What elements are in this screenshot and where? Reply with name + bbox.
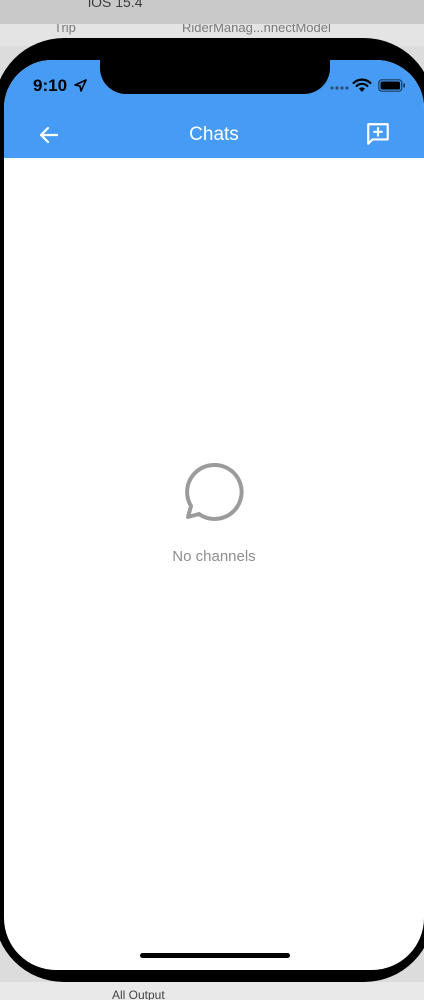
battery-icon [378, 79, 405, 92]
chat-bubble-outline-icon [185, 462, 244, 521]
status-time: 9:10 [33, 76, 68, 95]
xcode-tab-rider-manager[interactable]: RiderManag...nnectModel [182, 24, 331, 35]
console-output-label[interactable]: All Output [112, 988, 165, 1000]
simulator-title-bar: iOS 15.4 [0, 0, 424, 24]
app-bar: 9:10 Chats [4, 60, 424, 158]
device-notch [100, 60, 330, 94]
location-arrow-icon [74, 79, 87, 92]
simulator-version-label: iOS 15.4 [88, 0, 143, 10]
home-indicator[interactable] [140, 953, 290, 958]
add-comment-icon [367, 123, 389, 145]
wifi-icon [352, 78, 372, 92]
empty-state: No channels [4, 460, 424, 565]
page-title: Chats [189, 124, 239, 145]
empty-state-message: No channels [172, 548, 256, 565]
new-chat-button[interactable] [362, 118, 394, 150]
cellular-signal-icon [330, 86, 349, 90]
xcode-tab-trip[interactable]: Trip [54, 24, 76, 35]
xcode-console-bar: All Output [0, 982, 424, 1000]
phone-screen: 9:10 Chats No channels [4, 60, 424, 970]
